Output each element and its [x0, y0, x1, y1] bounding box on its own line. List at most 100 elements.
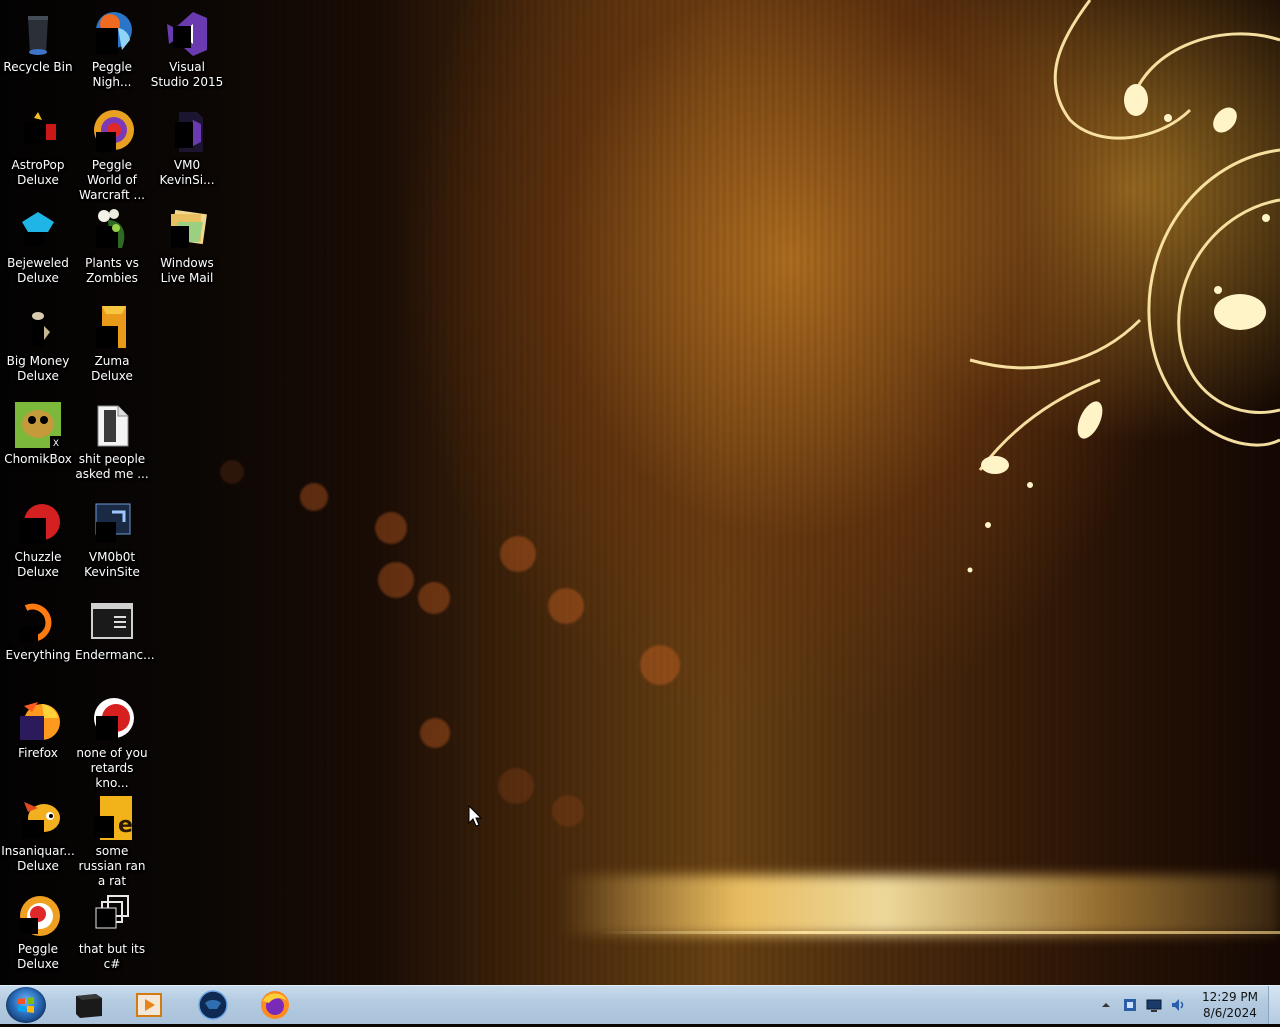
- wallpaper-bokeh: [500, 536, 536, 572]
- media-player-icon: [136, 993, 162, 1017]
- icon-label: VM0b0t KevinSite: [84, 550, 140, 579]
- icon-label: Everything: [5, 648, 71, 662]
- icon-label: AstroPop Deluxe: [11, 158, 65, 187]
- svg-text:X: X: [53, 439, 59, 449]
- cmd-window-icon: [76, 994, 102, 1018]
- firefox-icon: [14, 696, 62, 744]
- desktop-icon-windows-live-mail[interactable]: Windows Live Mail: [149, 202, 225, 294]
- icon-label: Recycle Bin: [3, 60, 73, 74]
- visual-studio-icon: [163, 10, 211, 58]
- taskbar-pinned-cmd[interactable]: [60, 986, 118, 1024]
- plants-vs-zombies-icon: [88, 206, 136, 254]
- desktop-icon-recycle-bin[interactable]: Recycle Bin: [0, 6, 76, 98]
- desktop-icon-everything[interactable]: Everything: [0, 594, 76, 686]
- desktop-icon-peggle-nights[interactable]: Peggle Nigh...: [74, 6, 150, 98]
- desktop-icon-firefox[interactable]: Firefox: [0, 692, 76, 784]
- icon-label: Peggle World of Warcraft ...: [79, 158, 145, 202]
- icon-label: Zuma Deluxe: [91, 354, 133, 383]
- globe-app-icon: [198, 990, 228, 1020]
- desktop-icon-plants-vs-zombies[interactable]: Plants vs Zombies: [74, 202, 150, 294]
- icon-label: Chuzzle Deluxe: [14, 550, 62, 579]
- icon-label: Peggle Deluxe: [17, 942, 59, 971]
- icon-label: Bejeweled Deluxe: [7, 256, 69, 285]
- icon-label: Plants vs Zombies: [85, 256, 139, 285]
- desktop-icon-chomikbox[interactable]: X ChomikBox: [0, 398, 76, 490]
- network-app-icon[interactable]: [1122, 997, 1138, 1013]
- svg-text:e: e: [118, 813, 133, 838]
- show-hidden-icons-arrow[interactable]: [1098, 997, 1114, 1013]
- wallpaper-glow-line: [600, 931, 1280, 934]
- icon-label: none of you retards kno...: [76, 746, 148, 790]
- wallpaper-swirl: [967, 0, 1280, 573]
- clock-date: 8/6/2024: [1203, 1006, 1257, 1020]
- insaniquarium-icon: [14, 794, 62, 842]
- folder-text-icon: e: [88, 794, 136, 842]
- wallpaper-bokeh: [498, 768, 534, 804]
- taskbar-pinned-media-player[interactable]: [120, 986, 178, 1024]
- peggle-deluxe-icon: [14, 892, 62, 940]
- desktop-icon-vm0-kevinsite[interactable]: VM0 KevinSi...: [149, 104, 225, 196]
- desktop-icon-some-russian[interactable]: e some russian ran a rat: [74, 790, 150, 888]
- icon-label: some russian ran a rat: [78, 844, 146, 888]
- firefox-icon: [261, 991, 289, 1019]
- volume-icon[interactable]: [1170, 997, 1186, 1013]
- icon-label: ChomikBox: [4, 452, 72, 466]
- wallpaper-bokeh: [375, 512, 407, 544]
- recycle-bin-icon: [14, 10, 62, 58]
- icon-label: that but its c#: [78, 942, 146, 971]
- wallpaper-glow-bar: [560, 875, 1280, 935]
- icon-label: Visual Studio 2015: [150, 60, 224, 89]
- system-clock[interactable]: 12:29 PM 8/6/2024: [1196, 989, 1264, 1021]
- wallpaper-bokeh: [418, 582, 450, 614]
- wallpaper-bokeh: [420, 718, 450, 748]
- taskbar: 12:29 PM 8/6/2024: [0, 985, 1280, 1024]
- desktop-icon-peggle-deluxe[interactable]: Peggle Deluxe: [0, 888, 76, 980]
- start-button[interactable]: [6, 987, 46, 1023]
- desktop-icon-vm-kevinsite[interactable]: VM0b0t KevinSite: [74, 496, 150, 588]
- chomikbox-icon: X: [14, 402, 62, 450]
- console-window-icon: [88, 598, 136, 646]
- icon-label: Big Money Deluxe: [6, 354, 70, 383]
- document-icon: [88, 402, 136, 450]
- desktop-icon-text-document[interactable]: shit people asked me ...: [74, 398, 150, 490]
- zuma-icon: [88, 304, 136, 352]
- bejeweled-icon: [14, 206, 62, 254]
- desktop-icon-that-but-csharp[interactable]: that but its c#: [74, 888, 150, 980]
- show-desktop-button[interactable]: [1268, 986, 1280, 1024]
- taskbar-pinned-globe-app[interactable]: [184, 986, 242, 1024]
- multi-window-icon: [88, 892, 136, 940]
- wallpaper-bokeh: [552, 795, 584, 827]
- icon-label: Windows Live Mail: [160, 256, 214, 285]
- mouse-cursor-icon: [468, 805, 483, 827]
- peggle-shortcut-icon: [88, 696, 136, 744]
- icon-label: Insaniquar... Deluxe: [1, 844, 75, 873]
- clock-time: 12:29 PM: [1202, 990, 1258, 1004]
- vm-shortcut-icon: [88, 500, 136, 548]
- taskbar-pinned-firefox[interactable]: [246, 986, 304, 1024]
- desktop-icon-insaniquarium[interactable]: Insaniquar... Deluxe: [0, 790, 76, 882]
- peggle-nights-icon: [88, 10, 136, 58]
- wallpaper-bokeh: [378, 562, 414, 598]
- icon-label: Peggle Nigh...: [91, 60, 133, 89]
- windows-logo-icon: [18, 997, 34, 1013]
- peggle-wow-icon: [88, 108, 136, 156]
- desktop-icon-none-of-you[interactable]: none of you retards kno...: [74, 692, 150, 790]
- desktop-icon-astropop[interactable]: AstroPop Deluxe: [0, 104, 76, 196]
- display-icon[interactable]: [1146, 997, 1162, 1013]
- desktop-icon-big-money[interactable]: Big Money Deluxe: [0, 300, 76, 392]
- desktop-icon-zuma[interactable]: Zuma Deluxe: [74, 300, 150, 392]
- everything-search-icon: [14, 598, 62, 646]
- windows-live-mail-icon: [163, 206, 211, 254]
- desktop-icon-endermanch[interactable]: Endermanc...: [74, 594, 155, 686]
- astropop-icon: [14, 108, 62, 156]
- visual-studio-project-icon: [163, 108, 211, 156]
- desktop-icon-peggle-wow[interactable]: Peggle World of Warcraft ...: [74, 104, 150, 202]
- wallpaper-bokeh: [548, 588, 584, 624]
- big-money-icon: [14, 304, 62, 352]
- wallpaper-bokeh: [220, 460, 244, 484]
- icon-label: Endermanc...: [75, 648, 155, 662]
- desktop-icon-chuzzle[interactable]: Chuzzle Deluxe: [0, 496, 76, 588]
- wallpaper-bokeh: [640, 645, 680, 685]
- desktop-icon-visual-studio[interactable]: Visual Studio 2015: [149, 6, 225, 98]
- desktop-icon-bejeweled[interactable]: Bejeweled Deluxe: [0, 202, 76, 294]
